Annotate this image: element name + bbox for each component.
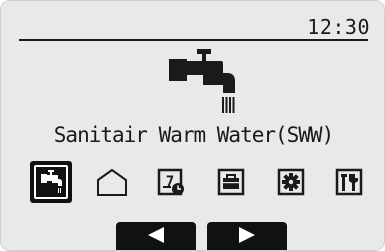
tools-icon — [334, 167, 364, 197]
menu-item-settings[interactable] — [270, 161, 312, 203]
header-divider — [19, 39, 368, 41]
calendar-clock-icon: 7 — [156, 167, 186, 197]
clock: 12:30 — [307, 15, 370, 39]
house-icon — [95, 167, 129, 197]
screen-title: Sanitair Warm Water(SWW) — [53, 123, 334, 147]
menu-item-service[interactable] — [328, 161, 370, 203]
next-button[interactable] — [207, 222, 287, 250]
tap-icon — [159, 49, 241, 121]
controller-display: 12:30 Sanitair Warm Water(SWW) 7 — [0, 0, 385, 251]
main-menu: 7 — [30, 161, 368, 203]
arrow-left-icon — [146, 226, 166, 249]
menu-item-heating[interactable] — [91, 161, 133, 203]
gear-icon — [276, 167, 306, 197]
menu-item-schedule[interactable]: 7 — [150, 161, 192, 203]
menu-item-holiday[interactable] — [210, 161, 252, 203]
menu-item-domestic-hot-water[interactable] — [30, 161, 72, 203]
selection-frame — [34, 165, 68, 199]
arrow-right-icon — [237, 226, 257, 249]
previous-button[interactable] — [116, 222, 196, 250]
lcd-screen: 12:30 Sanitair Warm Water(SWW) 7 — [1, 1, 384, 250]
tap-icon — [38, 169, 64, 195]
suitcase-icon — [216, 167, 246, 197]
